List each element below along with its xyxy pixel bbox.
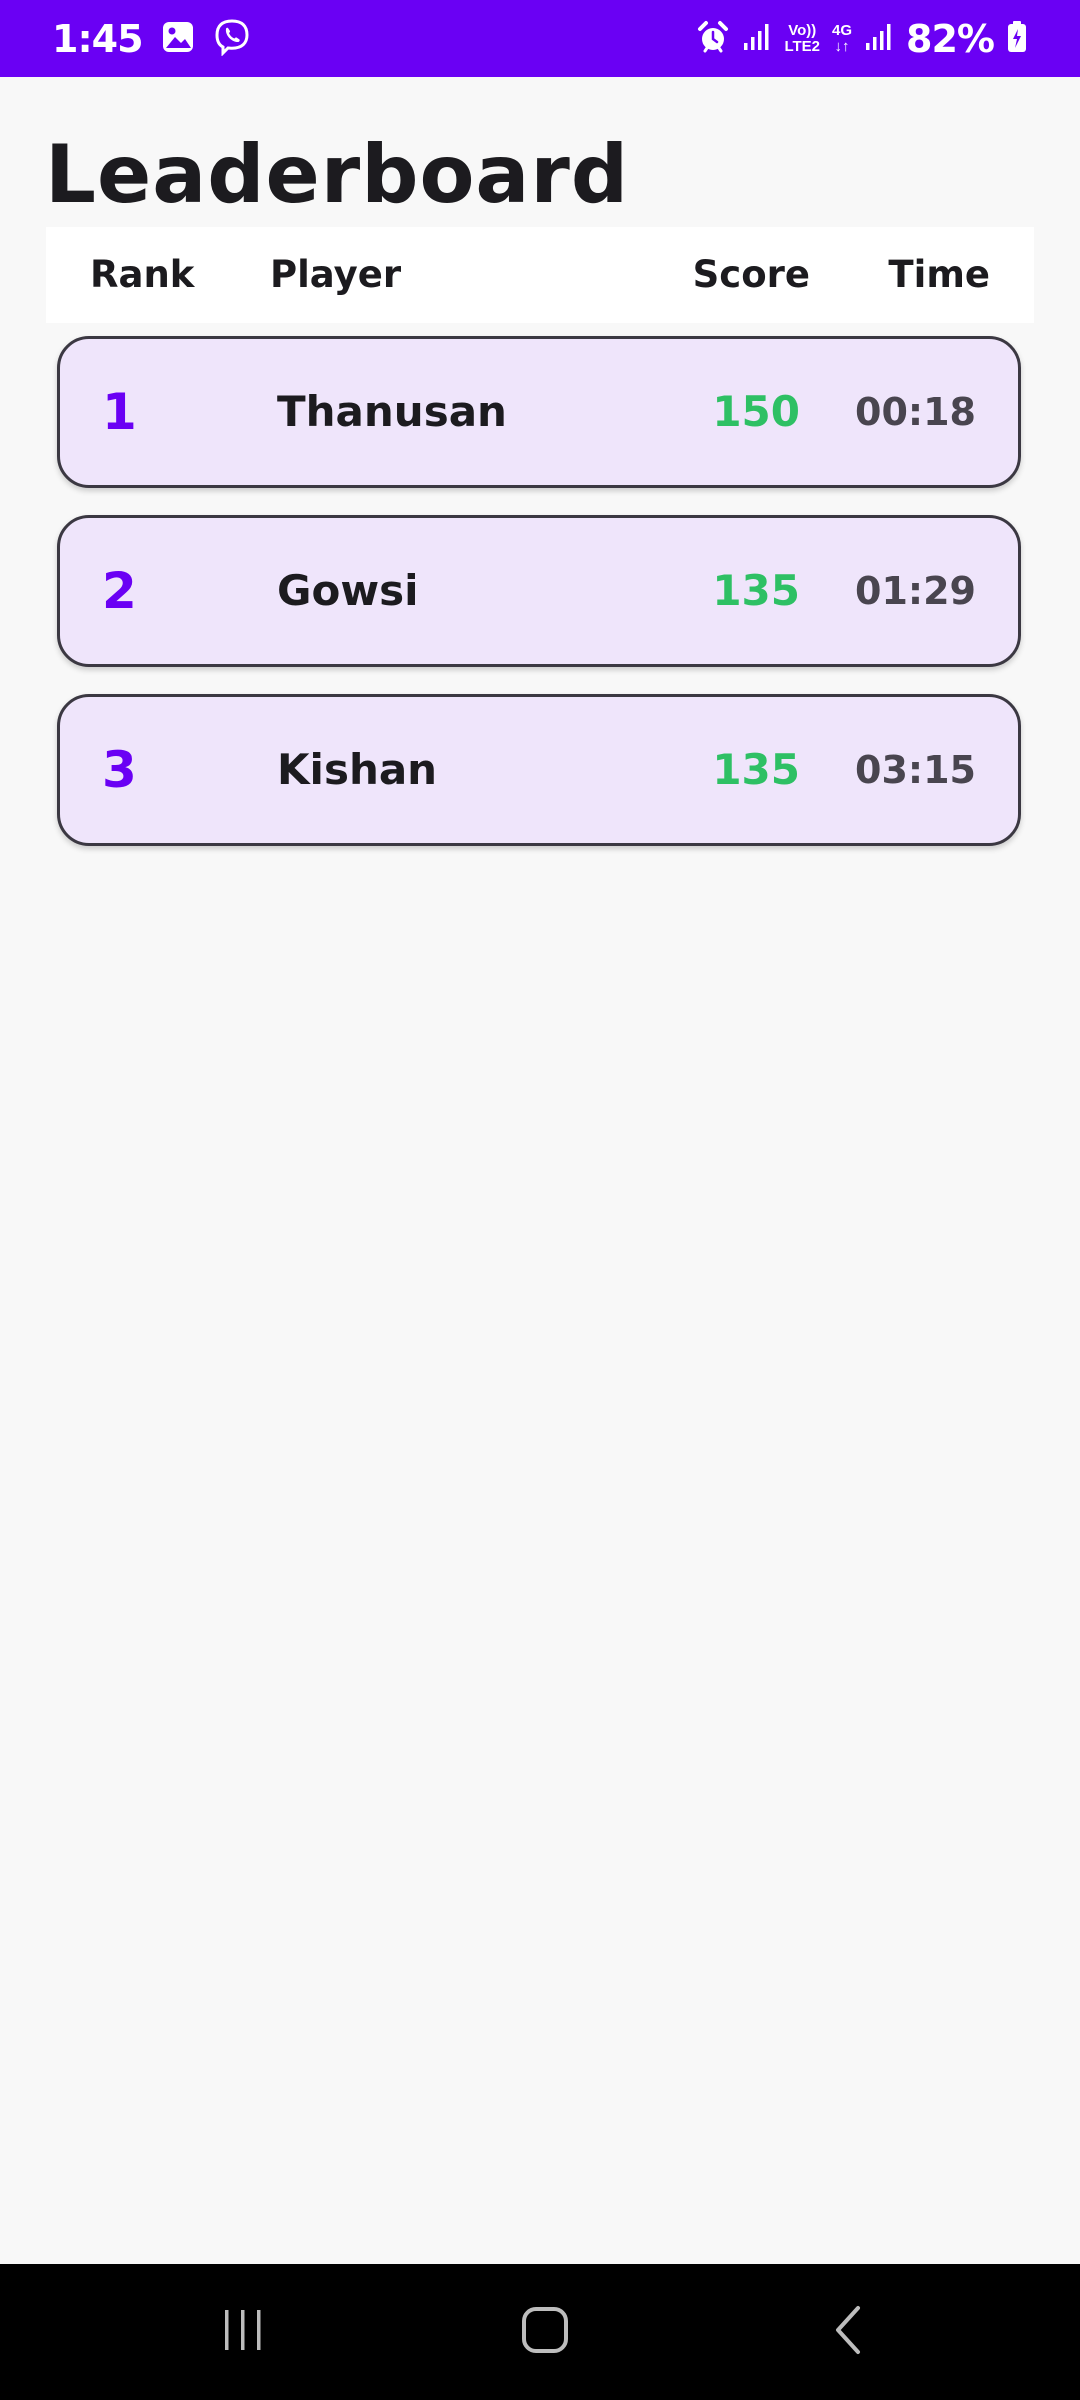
entry-player-name: Gowsi xyxy=(277,566,419,615)
time-column-header: Time xyxy=(888,253,990,296)
entry-score: 150 xyxy=(712,387,800,436)
battery-percentage: 82% xyxy=(906,16,995,61)
home-icon xyxy=(519,2304,571,2360)
gallery-icon xyxy=(161,20,195,58)
network-4g-label: 4G xyxy=(832,21,853,39)
entry-score: 135 xyxy=(712,566,800,615)
leaderboard-entry[interactable]: 1 Thanusan 150 00:18 xyxy=(57,336,1021,488)
entry-rank: 2 xyxy=(102,562,137,620)
signal-icon xyxy=(864,22,894,56)
network-vo-lte-indicator: Vo)) LTE2 xyxy=(784,21,821,55)
player-column-header: Player xyxy=(270,253,402,296)
entry-player-name: Kishan xyxy=(277,745,438,794)
recent-apps-button[interactable] xyxy=(183,2264,303,2400)
leaderboard-entry[interactable]: 3 Kishan 135 03:15 xyxy=(57,694,1021,846)
navigation-bar xyxy=(0,2264,1080,2400)
status-bar-right: Vo)) LTE2 4G ↓↑ 82% xyxy=(696,0,1028,77)
leaderboard-header-row: Rank Player Score Time xyxy=(46,227,1034,323)
rank-column-header: Rank xyxy=(90,253,195,296)
viber-icon xyxy=(213,18,251,60)
leaderboard-entry[interactable]: 2 Gowsi 135 01:29 xyxy=(57,515,1021,667)
entry-player-name: Thanusan xyxy=(277,387,507,436)
status-bar-left: 1:45 xyxy=(52,0,251,77)
entry-rank: 3 xyxy=(102,741,137,799)
network-lte-label: LTE2 xyxy=(784,37,821,55)
entry-time: 01:29 xyxy=(855,569,976,613)
network-vo-label: Vo)) xyxy=(788,21,817,39)
signal-icon xyxy=(742,22,772,56)
battery-charging-icon xyxy=(1006,20,1028,58)
home-button[interactable] xyxy=(485,2264,605,2400)
recent-apps-icon xyxy=(219,2306,267,2358)
entry-time: 00:18 xyxy=(855,390,976,434)
back-button[interactable] xyxy=(788,2264,908,2400)
alarm-icon xyxy=(696,20,730,58)
entry-score: 135 xyxy=(712,745,800,794)
page-title: Leaderboard xyxy=(45,128,630,221)
back-icon xyxy=(828,2304,868,2360)
entry-rank: 1 xyxy=(102,383,137,441)
network-4g-indicator: 4G ↓↑ xyxy=(832,21,853,55)
status-time: 1:45 xyxy=(52,16,144,61)
entry-time: 03:15 xyxy=(855,748,976,792)
data-arrows-icon: ↓↑ xyxy=(834,37,850,55)
score-column-header: Score xyxy=(692,253,810,296)
status-bar: 1:45 Vo)) LTE2 4G ↓↑ 82% xyxy=(0,0,1080,77)
